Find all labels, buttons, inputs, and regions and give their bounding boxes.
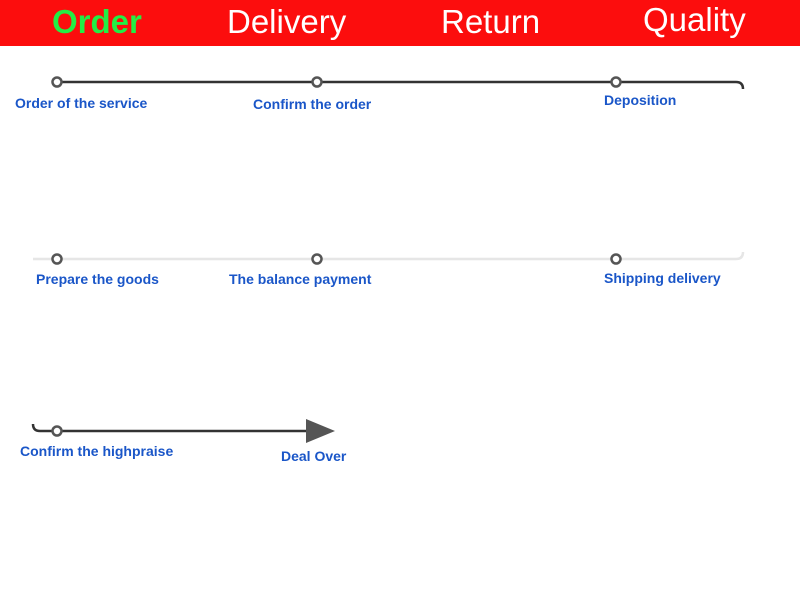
step-node (51, 425, 63, 437)
step-node (610, 76, 622, 88)
step-label-deal-over: Deal Over (281, 448, 347, 464)
step-node (311, 253, 323, 265)
arrow-head-icon (306, 419, 335, 443)
step-label-deposition: Deposition (604, 92, 677, 108)
step-label-shipping-delivery: Shipping delivery (604, 270, 721, 286)
flow-line-top (57, 80, 745, 90)
process-flow-diagram (31, 76, 745, 443)
step-node (311, 76, 323, 88)
step-label-confirm-highpraise: Confirm the highpraise (20, 443, 174, 459)
step-label-confirm-order: Confirm the order (253, 96, 372, 112)
step-label-order-service: Order of the service (15, 95, 148, 111)
step-label-balance-payment: The balance payment (229, 271, 372, 287)
flow-line-middle (33, 251, 745, 261)
step-node (51, 76, 63, 88)
step-node (610, 253, 622, 265)
step-node (51, 253, 63, 265)
step-label-prepare-goods: Prepare the goods (36, 271, 159, 287)
flow-line-bottom (31, 423, 310, 433)
